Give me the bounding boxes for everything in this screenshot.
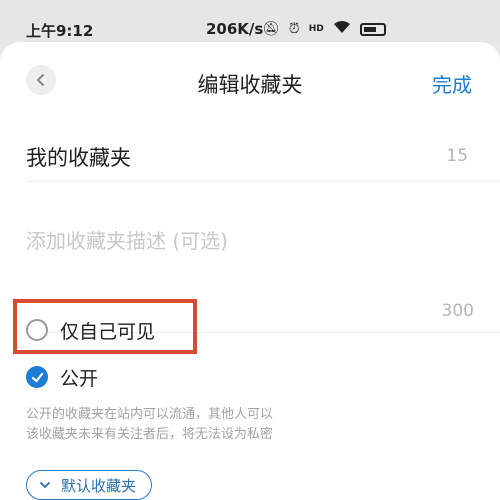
public-option[interactable]: 公开 bbox=[26, 363, 98, 391]
description-char-count: 300 bbox=[441, 301, 474, 321]
private-option-label: 仅自己可见 bbox=[60, 320, 156, 343]
name-field[interactable]: 我的收藏夹 15 bbox=[26, 142, 500, 182]
radio-unchecked-icon bbox=[26, 319, 48, 341]
done-button[interactable]: 完成 bbox=[432, 69, 472, 98]
chevron-down-icon bbox=[40, 482, 50, 488]
name-value: 我的收藏夹 bbox=[26, 146, 131, 170]
page-title: 编辑收藏夹 bbox=[197, 73, 303, 97]
public-option-label: 公开 bbox=[60, 367, 99, 390]
name-char-count: 15 bbox=[446, 146, 468, 166]
description-placeholder: 添加收藏夹描述 (可选) bbox=[26, 229, 228, 253]
notice-line-1: 公开的收藏夹在站内可以流通，其他人可以 bbox=[26, 407, 274, 422]
private-option[interactable]: 仅自己可见 bbox=[26, 316, 155, 344]
network-speed: 206K/s bbox=[206, 20, 264, 38]
hd-icon: HD bbox=[308, 24, 324, 34]
mute-bell-icon: 🔕︎ bbox=[262, 21, 280, 37]
status-icons: 🔕︎ ⏰︎ HD bbox=[262, 20, 386, 38]
alarm-icon: ⏰︎ bbox=[288, 21, 300, 37]
notice-line-2: 该收藏夹未来有关注者后，将无法设为私密 bbox=[26, 427, 274, 442]
default-favorites-label: 默认收藏夹 bbox=[61, 476, 137, 495]
visibility-notice: 公开的收藏夹在站内可以流通，其他人可以 该收藏夹未来有关注者后，将无法设为私密 bbox=[26, 405, 326, 445]
wifi-icon bbox=[333, 20, 351, 38]
status-bar: 上午9:12 206K/s 🔕︎ ⏰︎ HD bbox=[0, 0, 500, 44]
battery-icon bbox=[359, 22, 386, 36]
checkmark-icon bbox=[26, 366, 48, 388]
status-time: 上午9:12 bbox=[26, 22, 94, 40]
default-favorites-button[interactable]: 默认收藏夹 bbox=[26, 470, 152, 500]
